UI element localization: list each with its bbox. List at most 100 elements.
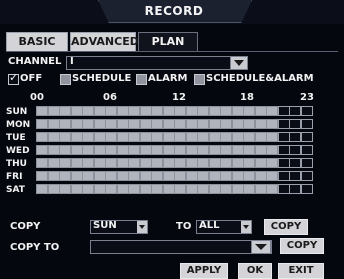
schedule-cell[interactable] [36,171,48,181]
schedule-cell[interactable] [185,106,198,116]
schedule-cell[interactable] [116,119,129,129]
schedule-cell[interactable] [105,132,117,142]
schedule-cell[interactable] [289,184,301,194]
schedule-cell[interactable] [208,145,221,155]
schedule-cell[interactable] [254,184,267,194]
schedule-cell[interactable] [93,119,106,129]
schedule-cell[interactable] [128,184,140,194]
schedule-cell[interactable] [162,119,175,129]
schedule-cell[interactable] [243,145,255,155]
copy-to-field[interactable] [90,240,272,254]
schedule-cell[interactable] [208,171,221,181]
tab-advanced[interactable]: ADVANCED [70,32,139,52]
schedule-cell[interactable] [105,158,117,168]
schedule-cell[interactable] [36,119,48,129]
schedule-cell[interactable] [185,132,198,142]
schedule-cell[interactable] [105,184,117,194]
schedule-cell[interactable] [300,184,313,194]
schedule-cell[interactable] [128,119,140,129]
schedule-cell[interactable] [231,119,244,129]
schedule-cell[interactable] [243,184,255,194]
schedule-cell[interactable] [254,171,267,181]
schedule-cell[interactable] [231,145,244,155]
schedule-cell[interactable] [105,119,117,129]
copy-from-select[interactable]: SUN [90,220,148,234]
schedule-cell[interactable] [277,106,290,116]
schedule-cell[interactable] [289,119,301,129]
schedule-cell[interactable] [243,119,255,129]
schedule-cell[interactable] [300,132,313,142]
schedule-cell[interactable] [266,171,278,181]
schedule-cell[interactable] [289,106,301,116]
schedule-cell[interactable] [162,132,175,142]
schedule-cell[interactable] [220,119,232,129]
schedule-cell[interactable] [185,119,198,129]
schedule-cell[interactable] [59,106,71,116]
schedule-cell[interactable] [151,106,163,116]
schedule-cell[interactable] [82,119,94,129]
schedule-cell[interactable] [105,171,117,181]
schedule-cell[interactable] [59,132,71,142]
schedule-cell[interactable] [59,119,71,129]
schedule-cell[interactable] [300,171,313,181]
schedule-cell[interactable] [151,184,163,194]
schedule-cell[interactable] [151,171,163,181]
schedule-cell[interactable] [220,158,232,168]
schedule-cell[interactable] [266,145,278,155]
schedule-cell[interactable] [208,119,221,129]
schedule-cell[interactable] [162,171,175,181]
schedule-cell[interactable] [93,171,106,181]
schedule-cell[interactable] [300,158,313,168]
schedule-cell[interactable] [266,132,278,142]
schedule-cell[interactable] [70,158,83,168]
schedule-cell[interactable] [82,171,94,181]
schedule-cell[interactable] [105,106,117,116]
schedule-cell[interactable] [208,158,221,168]
schedule-cell[interactable] [185,171,198,181]
schedule-cell[interactable] [174,184,186,194]
schedule-cell[interactable] [36,145,48,155]
schedule-cell[interactable] [139,145,152,155]
schedule-cell[interactable] [277,171,290,181]
schedule-cell[interactable] [254,145,267,155]
schedule-cell[interactable] [197,184,209,194]
schedule-swatch[interactable] [60,74,71,85]
schedule-cell[interactable] [116,184,129,194]
schedule-cell[interactable] [93,106,106,116]
schedule-cell[interactable] [70,132,83,142]
schedule-cell[interactable] [162,184,175,194]
schedule-cell[interactable] [116,106,129,116]
schedule-cell[interactable] [128,171,140,181]
schedule-cell[interactable] [243,158,255,168]
apply-button[interactable]: APPLY [180,263,228,279]
schedule-cell[interactable] [208,184,221,194]
schedule-cell[interactable] [36,106,48,116]
schedule-cell[interactable] [266,184,278,194]
schedule-cell[interactable] [197,132,209,142]
schedule-cell[interactable] [300,145,313,155]
schedule-cell[interactable] [277,119,290,129]
schedule-cell[interactable] [231,158,244,168]
tab-plan[interactable]: PLAN [138,32,198,52]
schedule-cell[interactable] [93,184,106,194]
schedule-cell[interactable] [220,184,232,194]
schedule-cell[interactable] [185,184,198,194]
schedule-cell[interactable] [105,145,117,155]
chevron-down-icon[interactable] [230,56,248,70]
schedule-cell[interactable] [93,145,106,155]
schedule-cell[interactable] [47,158,60,168]
schedule-cell[interactable] [197,119,209,129]
schedule-cell[interactable] [254,158,267,168]
schedule-cell[interactable] [151,132,163,142]
schedule-cell[interactable] [116,158,129,168]
schedule-cell[interactable] [151,119,163,129]
schedule-cell[interactable] [128,106,140,116]
schedule-cell[interactable] [220,106,232,116]
copy-to-button[interactable]: COPY [280,238,324,254]
schedule-cell[interactable] [289,158,301,168]
schedule-cell[interactable] [277,184,290,194]
schedule-cell[interactable] [220,145,232,155]
schedule-cell[interactable] [139,106,152,116]
schedule-cell[interactable] [162,106,175,116]
schedule-cell[interactable] [70,106,83,116]
